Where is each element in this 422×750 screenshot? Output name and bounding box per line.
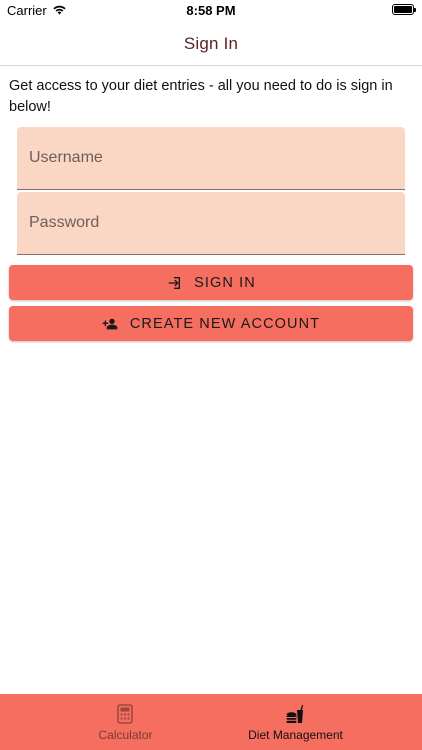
sign-in-label: SIGN IN	[194, 274, 256, 291]
page-title: Sign In	[183, 34, 239, 53]
calculator-icon	[117, 704, 133, 724]
status-time: 8:58 PM	[186, 3, 236, 18]
tab-bar: Calculator Diet Management	[0, 694, 422, 750]
username-input[interactable]	[17, 127, 405, 189]
tab-diet-management-label: Diet Management	[248, 728, 343, 742]
person-add-icon	[102, 318, 118, 329]
create-account-button[interactable]: CREATE NEW ACCOUNT	[9, 306, 413, 341]
sign-in-button[interactable]: SIGN IN	[9, 265, 413, 300]
create-account-label: CREATE NEW ACCOUNT	[129, 315, 321, 332]
food-icon	[286, 705, 304, 723]
intro-text: Get access to your diet entries - all yo…	[9, 78, 393, 115]
password-field[interactable]	[17, 192, 405, 255]
battery-icon	[392, 4, 416, 15]
status-bar: Carrier 8:58 PM	[0, 0, 422, 22]
login-icon	[168, 276, 181, 289]
password-input[interactable]	[17, 192, 405, 254]
tab-diet-management[interactable]: Diet Management	[190, 694, 401, 750]
username-field[interactable]	[17, 127, 405, 190]
nav-header: Sign In	[0, 22, 422, 66]
